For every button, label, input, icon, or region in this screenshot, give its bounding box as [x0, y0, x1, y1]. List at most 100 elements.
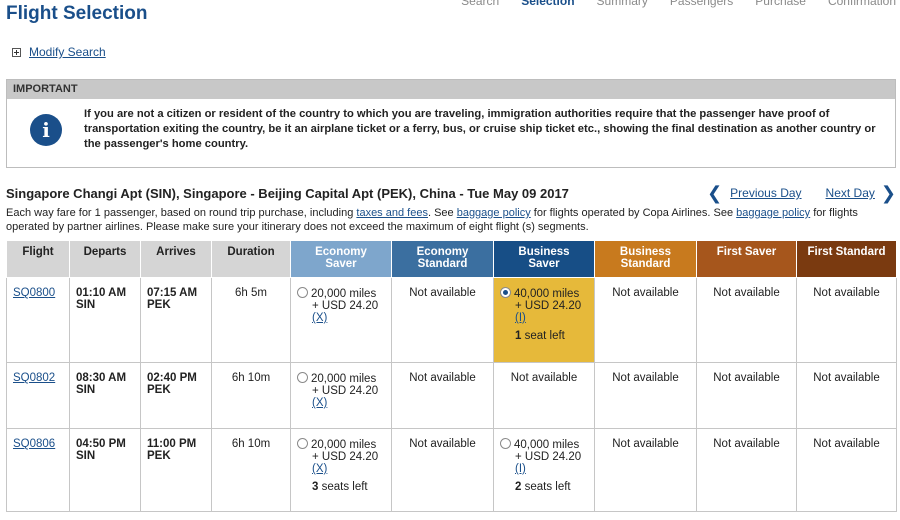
duration-cell: 6h 5m [211, 277, 291, 363]
departure-time: 04:50 PM [76, 438, 126, 450]
fare-radio[interactable] [500, 287, 511, 298]
flight-number-link[interactable]: SQ0802 [13, 372, 55, 384]
fare-option[interactable]: 20,000 miles + USD 24.20 (X) 3 seats lef… [290, 428, 392, 512]
fare-usd: + USD 24.20 [515, 451, 582, 463]
departs-cell: 08:30 AM SIN [69, 362, 141, 429]
fare-rules-link[interactable]: (I) [515, 463, 526, 475]
step-search: Search [461, 0, 500, 8]
fare-rules-link[interactable]: (X) [312, 397, 327, 409]
arrival-airport: PEK [147, 450, 171, 462]
table-row: SQ0806 04:50 PM SIN 11:00 PM PEK 6h 10m 20… [6, 428, 897, 512]
page-title: Flight Selection [6, 3, 148, 24]
col-economy-standard: Economy Standard [391, 240, 494, 278]
progress-steps: Search Selection Summary Passengers Purc… [461, 0, 896, 8]
fare-option[interactable]: 40,000 miles + USD 24.20 (I) 1 seat left [493, 277, 595, 363]
step-selection: Selection [521, 0, 575, 8]
fare-option[interactable]: 20,000 miles + USD 24.20 (X) [290, 362, 392, 429]
taxes-fees-link[interactable]: taxes and fees [356, 207, 428, 219]
fare-not-available: Not available [391, 362, 494, 429]
fare-not-available: Not available [594, 428, 697, 512]
expand-plus-icon[interactable] [12, 47, 21, 57]
col-first-standard: First Standard [796, 240, 897, 278]
fare-miles: 40,000 miles [514, 288, 580, 300]
arrival-airport: PEK [147, 384, 171, 396]
col-duration: Duration [211, 240, 291, 278]
important-heading: IMPORTANT [7, 80, 895, 99]
modify-search-link[interactable]: Modify Search [29, 45, 106, 59]
departure-time: 08:30 AM [76, 372, 127, 384]
col-first-saver: First Saver [696, 240, 797, 278]
arrival-time: 02:40 PM [147, 372, 197, 384]
fare-radio[interactable] [500, 438, 511, 449]
fare-radio[interactable] [297, 372, 308, 383]
departs-cell: 01:10 AM SIN [69, 277, 141, 363]
arrival-time: 07:15 AM [147, 287, 198, 299]
flight-number-cell: SQ0802 [6, 362, 70, 429]
seats-left: 1 seat left [515, 330, 565, 342]
fare-not-available: Not available [796, 362, 897, 429]
fare-rules-link[interactable]: (I) [515, 312, 526, 324]
important-text: If you are not a citizen or resident of … [84, 108, 876, 150]
arrives-cell: 07:15 AM PEK [140, 277, 212, 363]
flights-table: Flight Departs Arrives Duration Economy S… [6, 240, 897, 512]
departs-cell: 04:50 PM SIN [69, 428, 141, 512]
fare-miles: 20,000 miles [311, 288, 377, 300]
duration-cell: 6h 10m [211, 362, 291, 429]
fare-option[interactable]: 40,000 miles + USD 24.20 (I) 2 seats lef… [493, 428, 595, 512]
info-icon: i [30, 113, 62, 146]
fare-not-available: Not available [594, 277, 697, 363]
arrival-time: 11:00 PM [147, 438, 197, 450]
fare-not-available: Not available [391, 277, 494, 363]
step-confirmation: Confirmation [827, 0, 896, 8]
previous-day-link[interactable]: Previous Day [730, 186, 801, 200]
seats-left: 3 seats left [312, 481, 368, 493]
fare-radio[interactable] [297, 438, 308, 449]
fare-miles: 20,000 miles [311, 439, 377, 451]
fare-usd: + USD 24.20 [312, 451, 379, 463]
fare-rules-link[interactable]: (X) [312, 463, 327, 475]
flight-number-link[interactable]: SQ0800 [13, 287, 55, 299]
chevron-right-icon[interactable]: ❯ [881, 184, 896, 202]
col-business-standard: Business Standard [594, 240, 697, 278]
fare-usd: + USD 24.20 [312, 300, 379, 312]
table-row: SQ0800 01:10 AM SIN 07:15 AM PEK 6h 5m 20,… [6, 277, 897, 363]
fare-note-text: Each way fare for 1 passenger, based on … [6, 207, 357, 219]
fare-radio[interactable] [297, 287, 308, 298]
baggage-policy-partner-link[interactable]: baggage policy [736, 207, 810, 219]
fare-option[interactable]: 20,000 miles + USD 24.20 (X) [290, 277, 392, 363]
departure-airport: SIN [76, 299, 96, 311]
baggage-policy-copa-link[interactable]: baggage policy [457, 207, 531, 219]
fare-not-available: Not available [796, 277, 897, 363]
fare-not-available: Not available [696, 428, 797, 512]
flight-number-cell: SQ0806 [6, 428, 70, 512]
fare-rules-link[interactable]: (X) [312, 312, 327, 324]
col-arrives: Arrives [140, 240, 212, 278]
step-purchase: Purchase [755, 0, 806, 8]
col-business-saver: Business Saver [493, 240, 595, 278]
fare-note-text: for flights operated by Copa Airlines. S… [530, 207, 737, 219]
fare-miles: 20,000 miles [311, 373, 377, 385]
col-economy-saver: Economy Saver [290, 240, 392, 278]
flight-number-link[interactable]: SQ0806 [13, 438, 55, 450]
fare-not-available: Not available [696, 277, 797, 363]
route-title: Singapore Changi Apt (SIN), Singapore - … [6, 186, 569, 201]
table-row: SQ0802 08:30 AM SIN 02:40 PM PEK 6h 10m 20… [6, 362, 897, 429]
modify-search-toggle[interactable]: Modify Search [12, 45, 106, 59]
seats-left: 2 seats left [515, 481, 571, 493]
step-summary: Summary [596, 0, 648, 8]
fare-not-available: Not available [594, 362, 697, 429]
next-day-link[interactable]: Next Day [826, 186, 875, 200]
day-navigation: ❮ Previous Day Next Day ❯ [707, 184, 896, 202]
arrives-cell: 02:40 PM PEK [140, 362, 212, 429]
fare-note: Each way fare for 1 passenger, based on … [6, 206, 892, 234]
fare-usd: + USD 24.20 [312, 385, 379, 397]
arrives-cell: 11:00 PM PEK [140, 428, 212, 512]
fare-note-text: . See [427, 207, 457, 219]
flight-number-cell: SQ0800 [6, 277, 70, 363]
important-notice: IMPORTANT i If you are not a citizen or … [6, 79, 896, 168]
fare-miles: 40,000 miles [514, 439, 580, 451]
fare-not-available: Not available [493, 362, 595, 429]
col-flight: Flight [6, 240, 70, 278]
departure-airport: SIN [76, 384, 96, 396]
chevron-left-icon[interactable]: ❮ [707, 184, 722, 202]
